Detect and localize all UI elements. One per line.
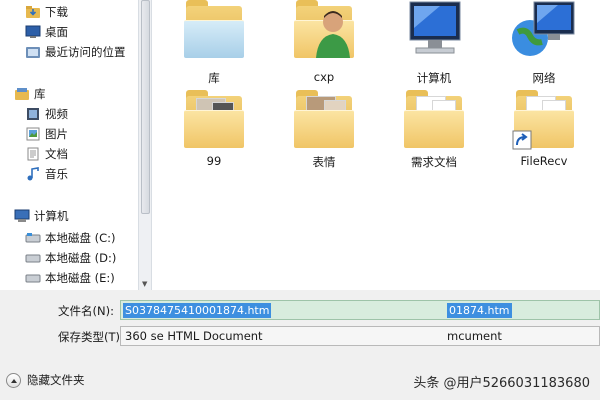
nav-item-drive-e[interactable]: 本地磁盘 (E:) <box>0 268 138 288</box>
filename-input[interactable]: S0378475410001874.htm 01874.htm <box>120 300 600 320</box>
nav-item-label: 文档 <box>45 147 68 161</box>
nav-item-drive-d[interactable]: 本地磁盘 (D:) <box>0 248 138 268</box>
hide-folders-button[interactable]: 隐藏文件夹 <box>6 372 85 388</box>
documents-icon <box>25 147 41 161</box>
network-icon <box>512 0 576 62</box>
nav-item-label: 下载 <box>45 5 68 19</box>
nav-item-label: 最近访问的位置 <box>45 45 126 59</box>
library-folder-icon <box>182 0 246 62</box>
save-type-duplicate-text: mcument <box>447 329 502 343</box>
item-label: 表情 <box>312 155 336 169</box>
nav-item-recent-places[interactable]: 最近访问的位置 <box>0 42 138 62</box>
nav-item-label: 音乐 <box>45 167 68 181</box>
item-label: cxp <box>313 70 335 84</box>
scrollbar-thumb[interactable] <box>141 0 150 214</box>
music-icon <box>25 167 41 181</box>
item-network[interactable]: 网络 <box>490 1 598 100</box>
user-folder-icon <box>292 0 356 62</box>
chevron-up-icon <box>6 372 21 388</box>
file-list: 库 cxp 计算机 网络 99 表情 需求文档 FileRecv <box>152 0 600 290</box>
item-label: 库 <box>208 71 220 85</box>
item-folder-requirements[interactable]: 需求文档 <box>380 88 488 184</box>
nav-item-drive-c[interactable]: 本地磁盘 (C:) <box>0 228 138 248</box>
nav-item-label: 计算机 <box>34 209 69 223</box>
item-computer[interactable]: 计算机 <box>380 1 488 100</box>
save-type-label: 保存类型(T): <box>58 330 124 344</box>
download-folder-icon <box>25 5 41 19</box>
item-label: 网络 <box>532 71 556 85</box>
nav-item-computer[interactable]: 计算机 <box>0 206 138 226</box>
save-dialog: 下载 桌面 最近访问的位置 库 视频 图片 文档 音乐 计算机 本地磁盘 (C:… <box>0 0 600 400</box>
nav-item-label: 视频 <box>45 107 68 121</box>
hide-folders-label: 隐藏文件夹 <box>27 373 85 387</box>
navigation-scrollbar[interactable]: ▼ <box>138 0 152 290</box>
nav-item-label: 本地磁盘 (C:) <box>45 231 116 245</box>
nav-item-label: 本地磁盘 (D:) <box>45 251 117 265</box>
pictures-icon <box>25 127 41 141</box>
scroll-down-arrow-icon[interactable]: ▼ <box>142 280 147 288</box>
nav-item-videos[interactable]: 视频 <box>0 104 138 124</box>
watermark-text: 头条 @用户5266031183680 <box>413 376 590 391</box>
drive-icon <box>25 251 41 265</box>
folder-icon <box>402 88 466 152</box>
nav-item-label: 图片 <box>45 127 68 141</box>
computer-icon <box>402 0 466 62</box>
library-icon <box>14 87 30 101</box>
nav-item-downloads[interactable]: 下载 <box>0 2 138 22</box>
item-label: FileRecv <box>520 154 568 168</box>
item-label: 需求文档 <box>411 155 457 169</box>
filename-duplicate-text: 01874.htm <box>447 303 512 318</box>
item-label: 计算机 <box>416 71 452 85</box>
item-libraries[interactable]: 库 <box>160 0 268 100</box>
folder-shortcut-icon <box>512 88 576 152</box>
item-label: 99 <box>206 154 222 168</box>
desktop-icon <box>25 25 41 39</box>
item-folder-emoticons[interactable]: 表情 <box>270 88 378 184</box>
drive-icon <box>25 231 41 245</box>
recent-places-icon <box>25 45 41 59</box>
filename-label: 文件名(N): <box>58 304 114 318</box>
nav-item-libraries[interactable]: 库 <box>0 84 138 104</box>
nav-item-music[interactable]: 音乐 <box>0 164 138 184</box>
nav-item-label: 本地磁盘 (E:) <box>45 271 115 285</box>
folder-icon <box>182 88 246 152</box>
nav-item-label: 库 <box>34 87 46 101</box>
save-type-select[interactable]: 360 se HTML Document mcument <box>120 326 600 346</box>
nav-item-documents[interactable]: 文档 <box>0 144 138 164</box>
drive-icon <box>25 271 41 285</box>
navigation-pane: 下载 桌面 最近访问的位置 库 视频 图片 文档 音乐 计算机 本地磁盘 (C:… <box>0 0 138 290</box>
item-user-folder[interactable]: cxp <box>270 0 378 100</box>
filename-selected-text: S0378475410001874.htm <box>123 303 272 318</box>
folder-icon <box>292 88 356 152</box>
save-type-value: 360 se HTML Document <box>125 329 263 343</box>
shortcut-arrow-icon <box>512 130 532 150</box>
nav-item-desktop[interactable]: 桌面 <box>0 22 138 42</box>
nav-item-label: 桌面 <box>45 25 68 39</box>
computer-icon <box>14 209 30 223</box>
item-folder-filerecv[interactable]: FileRecv <box>490 88 598 184</box>
item-folder-99[interactable]: 99 <box>160 88 268 184</box>
videos-icon <box>25 107 41 121</box>
nav-item-pictures[interactable]: 图片 <box>0 124 138 144</box>
save-form: 文件名(N): S0378475410001874.htm 01874.htm … <box>0 290 600 400</box>
